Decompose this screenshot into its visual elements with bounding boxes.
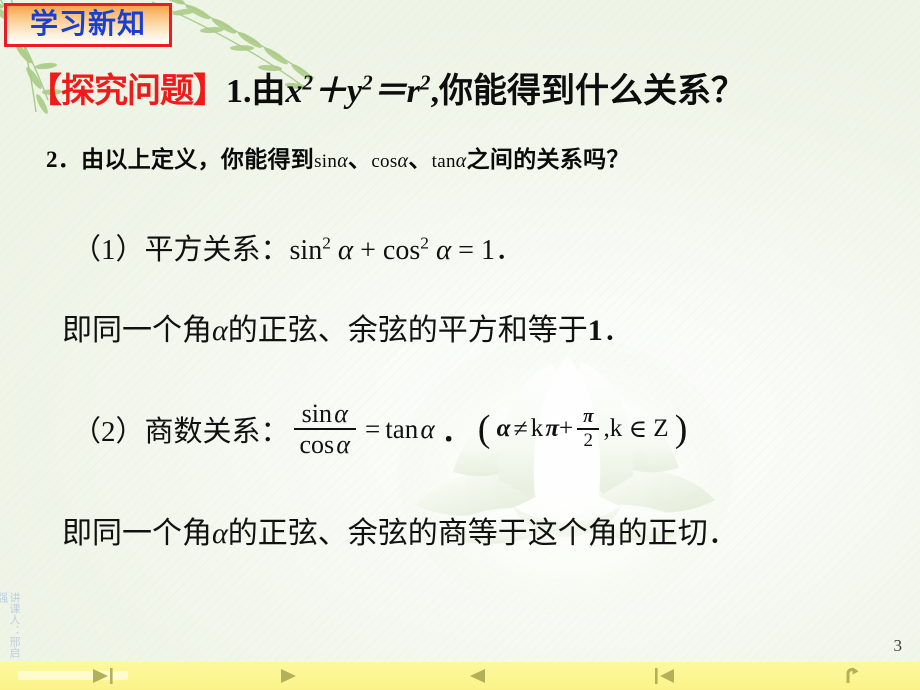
play-back-icon xyxy=(470,669,485,683)
question-2-sin-alpha: α xyxy=(337,150,348,172)
condition-not-equal: ≠ xyxy=(513,414,528,444)
question-2-sep-2: 、 xyxy=(408,147,432,172)
return-button[interactable] xyxy=(836,662,870,690)
question-2-cos: cos xyxy=(371,151,398,172)
relation-2-equals: = xyxy=(365,413,381,444)
page-number: 3 xyxy=(893,636,903,655)
condition-alpha: α xyxy=(496,415,511,443)
condition-paren-open: ( xyxy=(477,408,491,451)
relation-1-note: 即同一个角α的正弦、余弦的平方和等于1． xyxy=(62,314,633,347)
question-1-tail: ,你能得到什么关系？ xyxy=(430,73,745,110)
relation-1-note-alpha: α xyxy=(212,314,228,347)
relation-2-line: （2）商数关系： sin α cos α = tan α ． ( α ≠ k π + π… xyxy=(72,400,687,459)
explore-question-2: 2．由以上定义，你能得到sinα、cosα、tanα之间的关系吗？ xyxy=(46,140,630,174)
play-end-icon xyxy=(93,668,113,684)
presenter-watermark: 讲课人：邢启强 xyxy=(0,592,20,658)
slide-content: 【探究问题】1.由x2＋y2＝r2,你能得到什么关系？ 2．由以上定义，你能得到… xyxy=(0,0,920,690)
condition-plus: + xyxy=(558,415,574,443)
play-icon xyxy=(281,669,296,683)
question-2-cos-alpha: α xyxy=(397,150,409,172)
condition-paren-close: ) xyxy=(674,408,688,451)
fraction-denominator: cos α xyxy=(299,430,351,460)
question-2-tail: 之间的关系吗？ xyxy=(466,147,630,172)
fraction-numerator: sin α xyxy=(301,399,348,428)
play-button[interactable] xyxy=(272,662,306,690)
condition-element-of: ∈ xyxy=(628,416,647,444)
relation-2-period: ． xyxy=(441,416,471,449)
condition-integer-set: Z xyxy=(653,415,669,443)
explore-bracket-open: 【 xyxy=(28,71,62,111)
question-2-tan: tan xyxy=(431,151,456,172)
relation-1-formula: sin2 α + cos2 α = 1． xyxy=(289,233,523,266)
question-2-tan-alpha: α xyxy=(455,150,467,172)
explore-bracket-label: 探究问题 xyxy=(61,71,194,111)
question-1-formula: x2＋y2＝r2 xyxy=(285,70,431,110)
previous-button[interactable] xyxy=(460,662,494,690)
condition-pi: π xyxy=(545,415,559,443)
question-2-lead: 由以上定义，你能得到 xyxy=(81,147,315,172)
first-slide-button[interactable] xyxy=(648,662,682,690)
relation-2-note: 即同一个角α的正弦、余弦的商等于这个角的正切． xyxy=(62,517,738,550)
condition-k-2: k xyxy=(609,415,623,443)
return-arrow-icon xyxy=(846,667,859,683)
slide-navigation-bar xyxy=(0,662,920,690)
explore-question-1: 【探究问题】1.由x2＋y2＝r2,你能得到什么关系？ xyxy=(28,70,745,111)
condition-k-1: k xyxy=(530,415,544,443)
pi-half-denominator: 2 xyxy=(583,430,594,452)
explore-bracket-close: 】 xyxy=(193,71,227,111)
relation-2-label: （2）商数关系： xyxy=(72,416,290,449)
pi-over-two-fraction: π2 xyxy=(577,406,600,452)
question-2-sep-1: 、 xyxy=(348,147,372,172)
question-2-number: 2． xyxy=(46,147,82,172)
slide-canvas: 学习新知 【探究问题】1.由x2＋y2＝r2,你能得到什么关系？ 2．由以上定义… xyxy=(0,0,920,690)
relation-1-line: （1）平方关系：sin2 α + cos2 α = 1． xyxy=(72,226,523,268)
relation-2-condition: α ≠ k π + π 2, k ∈ Z xyxy=(490,407,674,451)
sin-over-cos-fraction: sin α cos α xyxy=(293,399,357,460)
pi-half-numerator: π xyxy=(583,406,594,428)
play-to-end-button[interactable] xyxy=(86,662,120,690)
question-2-sin: sin xyxy=(314,151,338,172)
relation-2-note-alpha: α xyxy=(212,517,228,550)
question-1-lead: 由 xyxy=(251,73,286,110)
relation-1-note-value: 1 xyxy=(587,314,603,347)
skip-back-icon xyxy=(655,668,674,684)
question-1-number: 1. xyxy=(226,73,252,110)
relation-2-rhs: tan α xyxy=(385,413,435,444)
relation-1-label: （1）平方关系： xyxy=(72,234,290,266)
